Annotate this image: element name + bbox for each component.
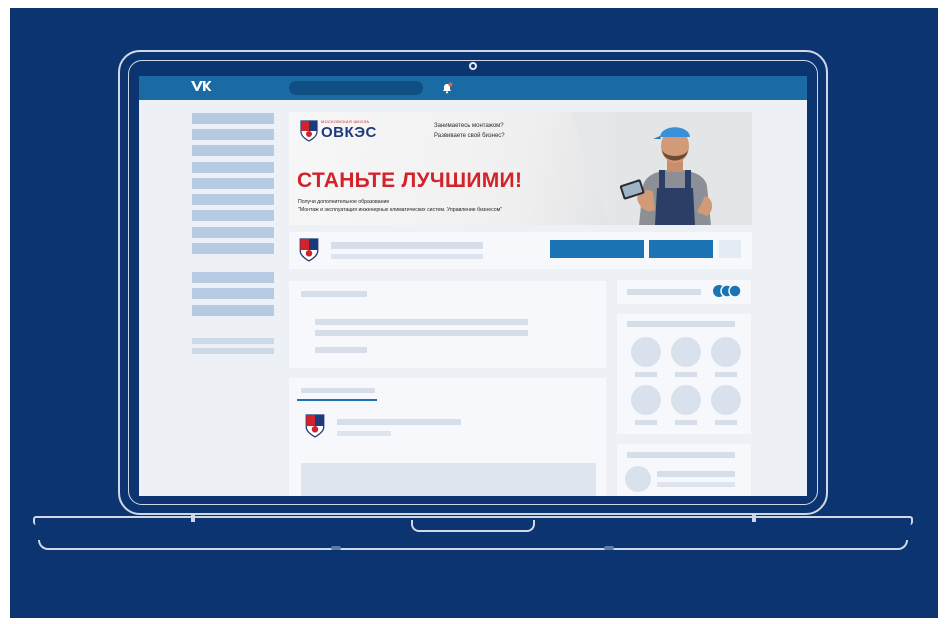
info-card-line — [315, 319, 528, 325]
community-avatar[interactable] — [299, 238, 319, 262]
member-avatar[interactable] — [671, 385, 701, 415]
laptop-screen: МОСКОВСКАЯ ШКОЛА ОВКЭС Занимаетесь монта… — [139, 76, 807, 496]
banner-headline: СТАНЬТЕ ЛУЧШИМИ! — [297, 169, 523, 192]
post-image-placeholder[interactable] — [301, 463, 596, 496]
more-actions-button[interactable] — [719, 240, 741, 258]
vk-logo-icon[interactable] — [190, 79, 212, 97]
laptop-foot-left — [331, 546, 341, 550]
info-card-title — [301, 291, 367, 297]
members-grid-title — [627, 321, 735, 327]
sidebar-menu-item[interactable] — [192, 162, 274, 173]
message-button[interactable] — [649, 240, 713, 258]
sidebar-menu-item[interactable] — [192, 129, 274, 140]
sidebar-menu-item[interactable] — [192, 305, 274, 316]
member-name — [635, 372, 657, 377]
contact-role — [657, 482, 735, 487]
sidebar-menu-item[interactable] — [192, 227, 274, 238]
sidebar-menu-item[interactable] — [192, 178, 274, 189]
banner-subtitle-2: "Монтаж и эксплуатация инженерных климат… — [298, 207, 503, 213]
member-avatar[interactable] — [711, 337, 741, 367]
post-author-avatar[interactable] — [305, 414, 325, 438]
sidebar-menu-item[interactable] — [192, 113, 274, 124]
contact-name — [657, 471, 735, 477]
info-card-line — [315, 347, 367, 353]
sidebar-menu-item[interactable] — [192, 145, 274, 156]
member-avatar[interactable] — [671, 337, 701, 367]
community-name-placeholder — [331, 242, 483, 249]
community-cover-banner: МОСКОВСКАЯ ШКОЛА ОВКЭС Занимаетесь монта… — [289, 112, 752, 225]
member-avatar[interactable] — [631, 337, 661, 367]
bell-icon[interactable] — [441, 81, 453, 94]
banner-question-1: Занимаетесь монтажом? — [434, 123, 504, 129]
laptop-foot-right — [604, 546, 614, 550]
subscribe-button[interactable] — [550, 240, 644, 258]
laptop-opening-notch — [411, 520, 535, 532]
brand-name: ОВКЭС — [321, 124, 377, 141]
member-name — [635, 420, 657, 425]
posts-tab-label[interactable] — [301, 388, 375, 393]
sidebar-menu-item[interactable] — [192, 210, 274, 221]
member-name — [675, 372, 697, 377]
banner-question-2: Развиваете свой бизнес? — [434, 133, 505, 139]
banner-subtitle-1: Получи дополнительное образование — [298, 199, 390, 205]
laptop-base-bottom — [38, 540, 908, 550]
worker-illustration — [609, 112, 752, 225]
sidebar-menu-item[interactable] — [192, 194, 274, 205]
top-navigation-bar — [139, 76, 807, 100]
member-name — [675, 420, 697, 425]
posts-tab-underline — [297, 399, 377, 401]
sidebar-menu-item[interactable] — [192, 288, 274, 299]
member-name — [715, 420, 737, 425]
member-avatar[interactable] — [631, 385, 661, 415]
camera-icon — [469, 62, 477, 70]
sidebar-footer-link[interactable] — [192, 338, 274, 344]
bell-svg — [443, 82, 453, 94]
info-card-line — [315, 330, 528, 336]
post-author-name — [337, 419, 461, 425]
member-name — [715, 372, 737, 377]
vk-logo-svg — [191, 81, 212, 91]
post-date — [337, 431, 391, 436]
followers-avatars-stack[interactable] — [712, 284, 746, 298]
sidebar-menu-item[interactable] — [192, 243, 274, 254]
sidebar-footer-link[interactable] — [192, 348, 274, 354]
member-avatar[interactable] — [711, 385, 741, 415]
contact-avatar[interactable] — [625, 466, 651, 492]
search-input[interactable] — [289, 81, 423, 95]
followers-title — [627, 289, 701, 295]
community-status-placeholder — [331, 254, 483, 259]
sidebar-menu-item[interactable] — [192, 272, 274, 283]
contacts-title — [627, 452, 735, 458]
ovkes-logo-icon — [300, 120, 318, 142]
